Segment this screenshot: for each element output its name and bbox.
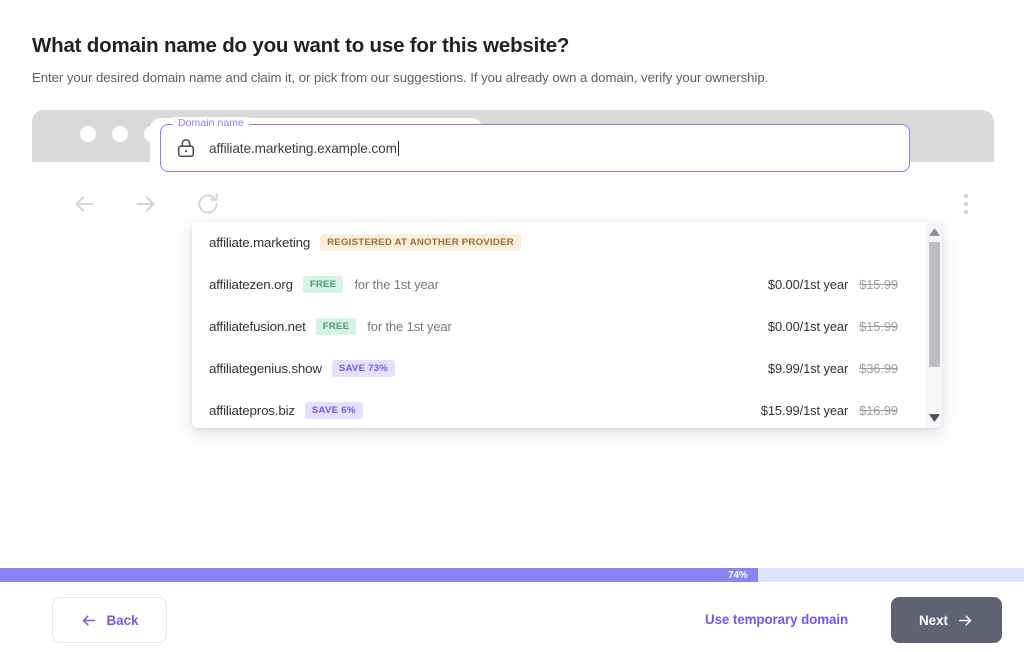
lock-icon [175,137,197,159]
domain-name-value: affiliate.marketing.example.com [209,141,397,156]
suggestion-domain-name: affiliatezen.org [209,277,293,292]
scroll-down-arrow-icon[interactable] [926,410,942,426]
suggestion-row[interactable]: affiliatezen.org FREE for the 1st year $0.0… [192,264,914,306]
suggestion-price-original: $15.99 [859,319,898,334]
suggestion-row[interactable]: affiliategenius.show SAVE 73% $9.99/1st ye… [192,347,914,389]
suggestion-prices: $0.00/1st year $15.99 [768,319,898,334]
suggestion-row[interactable]: affiliatepros.bizSAVE 6%$15.99/1st year$… [192,389,914,428]
window-close-dot [80,126,96,142]
progress-bar-fill: 74% [0,568,758,582]
browser-nav-buttons [62,182,230,226]
domain-selection-page: What domain name do you want to use for … [0,0,1024,652]
suggestion-domain-name: affiliatepros.biz [209,403,295,418]
suggestion-prices: $9.99/1st year $36.99 [768,361,898,376]
reload-icon[interactable] [186,182,230,226]
arrow-right-icon [957,612,974,629]
progress-percent-label: 74% [728,570,748,581]
suggestion-row[interactable]: affiliate.marketing REGISTERED AT ANOTHER… [192,222,914,264]
domain-name-input[interactable]: affiliate.marketing.example.com [160,124,910,172]
suggestion-price-current: $0.00/1st year [768,277,848,292]
window-controls [80,126,160,142]
suggestion-badge: SAVE 6% [305,402,363,419]
suggestion-list: affiliate.marketing REGISTERED AT ANOTHER… [192,222,914,428]
domain-field-wrapper: affiliate.marketing.example.com Domain n… [160,124,910,172]
suggestion-badge: FREE [303,276,344,293]
progress-bar-track: 74% [0,568,1024,582]
suggestion-note: for the 1st year [367,319,451,334]
suggestion-domain-name: affiliategenius.show [209,361,322,376]
suggestion-row[interactable]: affiliatefusion.net FREE for the 1st year $… [192,306,914,348]
suggestion-price-original: $15.99 [859,277,898,292]
suggestion-badge: SAVE 73% [332,360,395,377]
suggestion-badge: FREE [316,318,357,335]
next-button-label: Next [919,613,948,628]
window-minimize-dot [112,126,128,142]
back-arrow-icon[interactable] [62,182,106,226]
use-temporary-domain-link[interactable]: Use temporary domain [705,612,848,627]
suggestion-badge: REGISTERED AT ANOTHER PROVIDER [320,234,521,251]
suggestion-domain-name: affiliate.marketing [209,235,310,250]
forward-arrow-icon[interactable] [124,182,168,226]
domain-suggestions-dropdown: affiliate.marketing REGISTERED AT ANOTHER… [192,222,942,428]
suggestion-price-current: $15.99/1st year [761,403,848,418]
page-title: What domain name do you want to use for … [32,34,569,58]
suggestion-note: for the 1st year [354,277,438,292]
arrow-left-icon [80,612,97,629]
domain-field-label: Domain name [173,117,249,129]
kebab-menu-icon[interactable] [952,184,980,224]
text-caret [398,141,399,156]
back-button[interactable]: Back [52,597,167,643]
suggestion-price-current: $9.99/1st year [768,361,848,376]
page-subtitle: Enter your desired domain name and claim… [32,70,768,85]
scroll-up-arrow-icon[interactable] [926,224,942,240]
next-button[interactable]: Next [891,597,1002,643]
dropdown-scrollbar[interactable] [926,222,942,428]
back-button-label: Back [106,613,138,628]
suggestion-price-original: $36.99 [859,361,898,376]
suggestion-price-original: $16.99 [859,403,898,418]
suggestion-domain-name: affiliatefusion.net [209,319,306,334]
scrollbar-thumb[interactable] [929,242,940,367]
suggestion-prices: $15.99/1st year $16.99 [761,403,898,418]
suggestion-prices: $0.00/1st year $15.99 [768,277,898,292]
suggestion-price-current: $0.00/1st year [768,319,848,334]
